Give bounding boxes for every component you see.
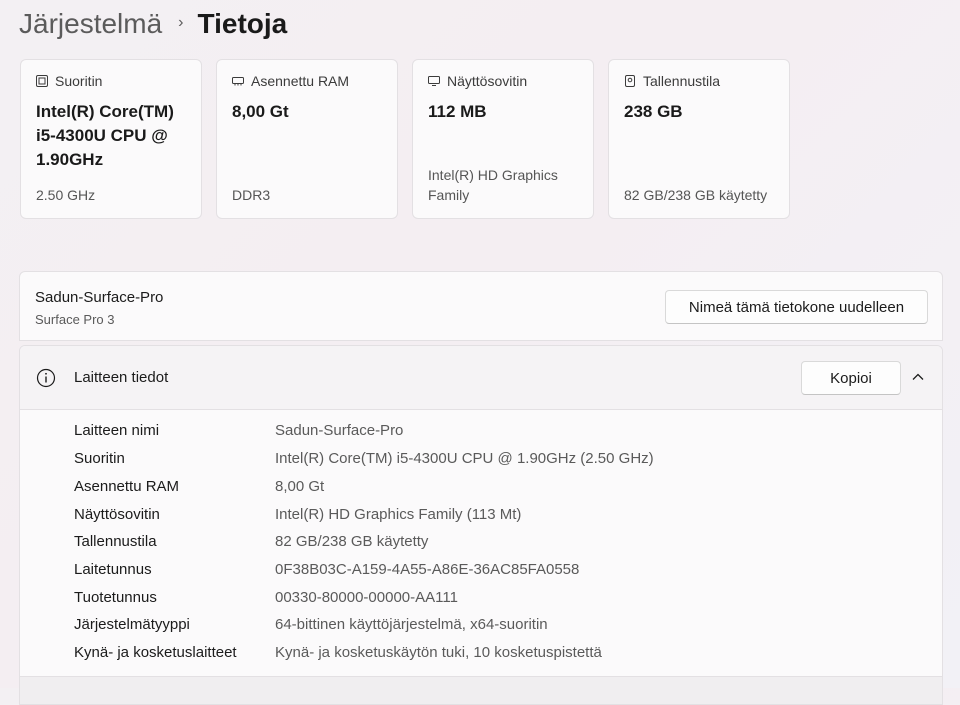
spec-row: Asennettu RAM 8,00 Gt [74, 474, 324, 498]
device-model: Surface Pro 3 [35, 312, 115, 327]
breadcrumb-chevron-icon: › [178, 14, 184, 31]
storage-icon [625, 75, 635, 87]
card-subtext: Intel(R) HD Graphics Family [428, 167, 558, 203]
card-display-adapter: Näyttösovitin 112 MB Intel(R) HD Graphic… [412, 59, 594, 219]
spec-label: Suoritin [74, 449, 125, 467]
spec-value: 82 GB/238 GB käytetty [275, 532, 429, 550]
spec-row: Laitetunnus 0F38B03C-A159-4A55-A86E-36AC… [74, 557, 579, 581]
spec-row: Laitteen nimi Sadun-Surface-Pro [74, 418, 403, 442]
card-value: 112 MB [428, 102, 487, 121]
card-title: Tallennustila [643, 73, 721, 89]
device-name-panel: Sadun-Surface-Pro Surface Pro 3 Nimeä tä… [19, 271, 943, 341]
memory-icon [232, 77, 244, 86]
card-title: Suoritin [55, 73, 103, 89]
processor-icon [36, 75, 48, 87]
card-ram: Asennettu RAM 8,00 Gt DDR3 [216, 59, 398, 219]
card-value: 8,00 Gt [232, 102, 289, 121]
card-processor: Suoritin Intel(R) Core(TM) i5-4300U CPU … [20, 59, 202, 219]
spec-value: 8,00 Gt [275, 477, 325, 495]
card-title: Asennettu RAM [251, 73, 350, 89]
chevron-up-icon[interactable] [911, 370, 925, 384]
breadcrumb: Järjestelmä › Tietoja [19, 4, 287, 44]
spec-row: Suoritin Intel(R) Core(TM) i5-4300U CPU … [74, 446, 654, 470]
spec-label: Näyttösovitin [74, 505, 160, 523]
spec-value: Sadun-Surface-Pro [275, 421, 404, 439]
rename-pc-button[interactable]: Nimeä tämä tietokone uudelleen [665, 290, 928, 324]
card-subtext: 82 GB/238 GB käytetty [624, 187, 768, 203]
spec-label: Tallennustila [74, 532, 157, 550]
breadcrumb-parent-link[interactable]: Järjestelmä [19, 8, 162, 40]
display-adapter-icon [428, 76, 440, 86]
spec-value: 0F38B03C-A159-4A55-A86E-36AC85FA0558 [275, 560, 580, 578]
spec-row: Järjestelmätyyppi 64-bittinen käyttöjärj… [74, 612, 548, 636]
spec-row: Tallennustila 82 GB/238 GB käytetty [74, 529, 428, 553]
card-value: 238 GB [624, 102, 683, 121]
spec-label: Laitetunnus [74, 560, 152, 578]
spec-label: Asennettu RAM [74, 477, 180, 495]
spec-value: 00330-80000-00000-AA111 [275, 588, 458, 606]
spec-row: Tuotetunnus 00330-80000-00000-AA111 [74, 585, 458, 609]
device-name: Sadun-Surface-Pro [35, 289, 164, 306]
card-subtext: 2.50 GHz [36, 187, 96, 203]
next-section-edge [20, 676, 942, 704]
spec-label: Tuotetunnus [74, 588, 157, 606]
spec-label: Kynä- ja kosketuslaitteet [74, 643, 237, 661]
spec-value: Intel(R) HD Graphics Family (113 Mt) [275, 505, 522, 523]
page-title: Tietoja [197, 8, 288, 39]
spec-value: Intel(R) Core(TM) i5-4300U CPU @ 1.90GHz… [275, 449, 654, 467]
copy-button[interactable]: Kopioi [801, 361, 901, 395]
spec-value: Kynä- ja kosketuskäytön tuki, 10 kosketu… [275, 643, 602, 661]
spec-label: Laitteen nimi [74, 421, 160, 439]
card-title: Näyttösovitin [447, 73, 528, 89]
card-value: Intel(R) Core(TM) i5-4300U CPU @ 1.90GHz [36, 102, 174, 169]
spec-row: Kynä- ja kosketuslaitteet Kynä- ja koske… [74, 640, 602, 664]
device-specifications-panel: Laitteen tiedot Kopioi Laitteen nimi Sad… [19, 345, 943, 705]
device-specifications-header[interactable]: Laitteen tiedot Kopioi [20, 346, 942, 410]
spec-value: 64-bittinen käyttöjärjestelmä, x64-suori… [275, 615, 548, 633]
card-subtext: DDR3 [232, 187, 271, 203]
spec-row: Näyttösovitin Intel(R) HD Graphics Famil… [74, 502, 521, 526]
info-icon [36, 368, 56, 388]
card-storage: Tallennustila 238 GB 82 GB/238 GB käytet… [608, 59, 790, 219]
spec-label: Järjestelmätyyppi [74, 615, 190, 633]
device-specifications-title: Laitteen tiedot [74, 369, 169, 386]
